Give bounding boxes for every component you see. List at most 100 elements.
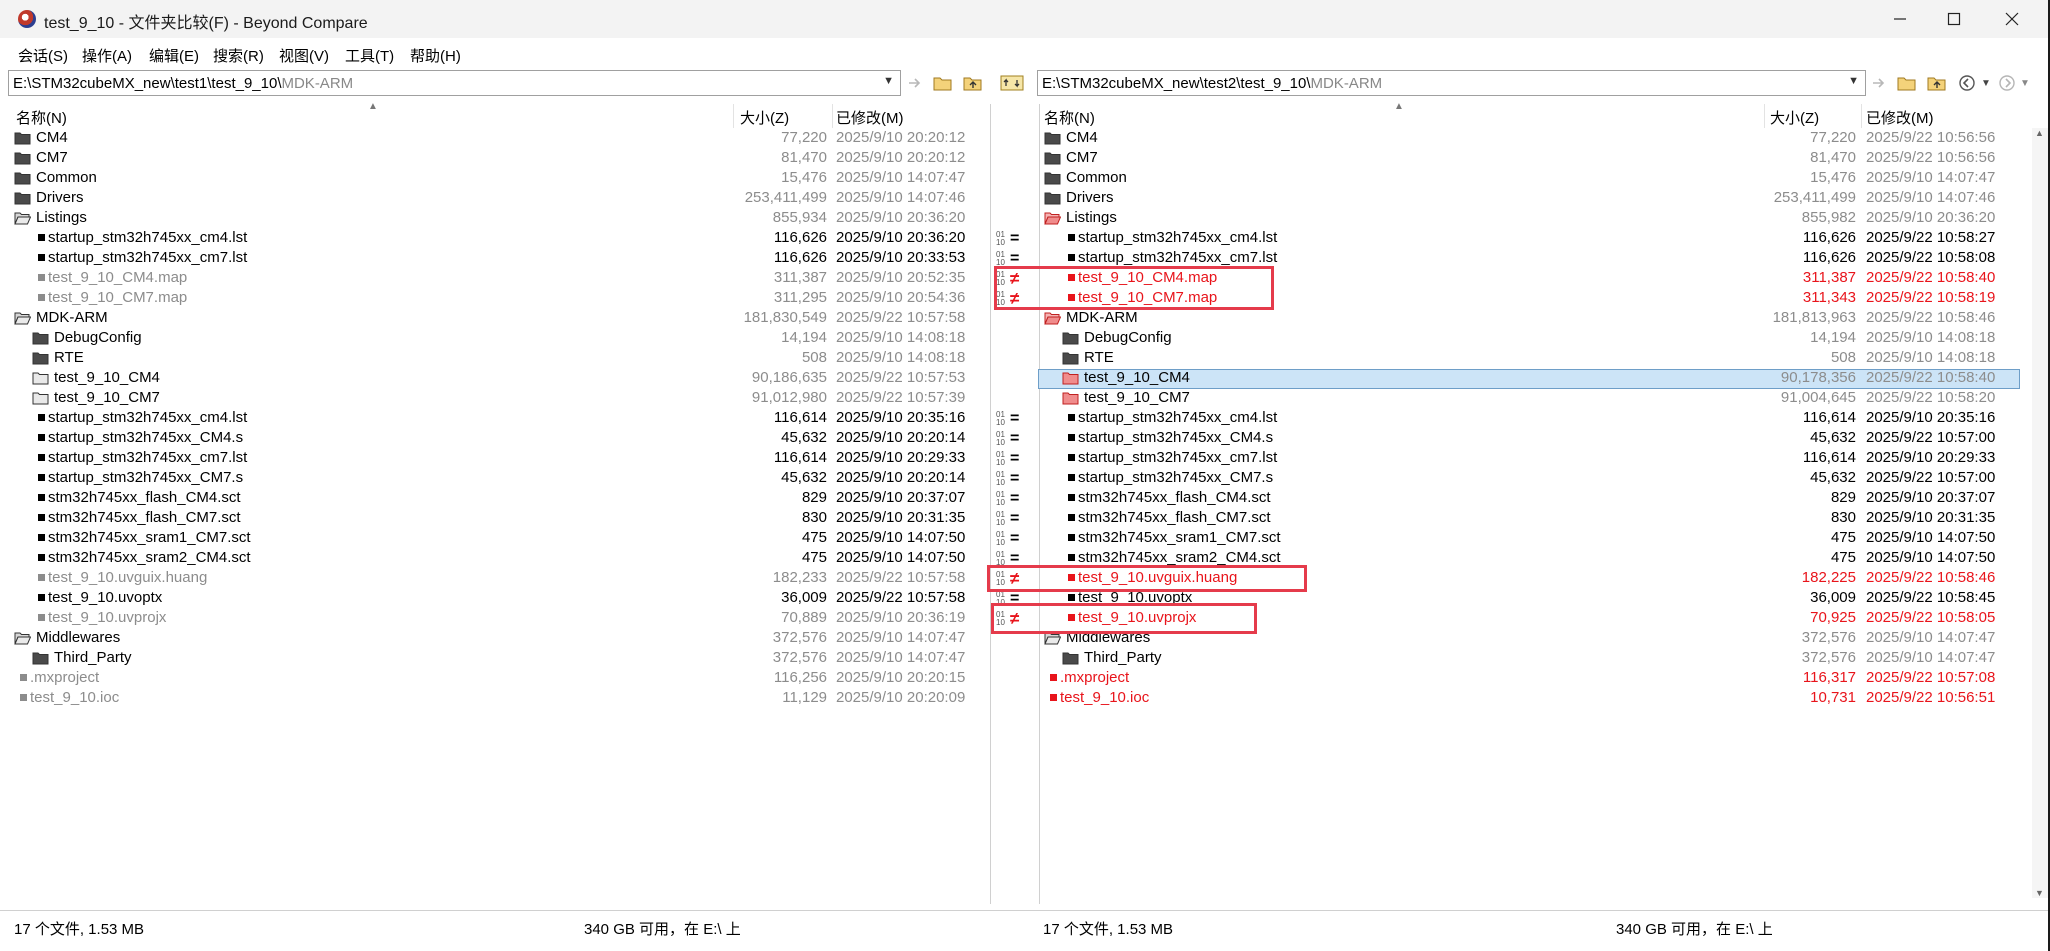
- left-name[interactable]: CM4: [36, 129, 68, 146]
- forward-icon[interactable]: [1996, 72, 2018, 94]
- menu-tools[interactable]: 工具(T): [345, 45, 394, 66]
- left-header-name[interactable]: 名称(N): [16, 107, 67, 128]
- left-header-size[interactable]: 大小(Z): [740, 107, 789, 128]
- left-name[interactable]: startup_stm32h745xx_cm7.lst: [48, 449, 247, 466]
- right-name[interactable]: Third_Party: [1084, 649, 1162, 666]
- table-row[interactable]: test_9_10.ioc 11,129 2025/9/10 20:20:09 tes…: [0, 688, 2048, 708]
- left-name[interactable]: Listings: [36, 209, 87, 226]
- table-row[interactable]: DebugConfig 14,194 2025/9/10 14:08:18 Debug…: [0, 328, 2048, 348]
- table-row[interactable]: test_9_10_CM7 91,012,980 2025/9/22 10:57:3…: [0, 388, 2048, 408]
- right-name[interactable]: Common: [1066, 169, 1127, 186]
- right-name[interactable]: MDK-ARM: [1066, 309, 1138, 326]
- right-browse-folder-icon[interactable]: [1896, 72, 1918, 94]
- table-row[interactable]: stm32h745xx_flash_CM7.sct 830 2025/9/10 20…: [0, 508, 2048, 528]
- back-icon[interactable]: [1956, 72, 1978, 94]
- right-name[interactable]: startup_stm32h745xx_cm4.lst: [1078, 409, 1277, 426]
- right-name[interactable]: startup_stm32h745xx_CM4.s: [1078, 429, 1273, 446]
- right-name[interactable]: stm32h745xx_sram1_CM7.sct: [1078, 529, 1281, 546]
- left-name[interactable]: Middlewares: [36, 629, 120, 646]
- table-row[interactable]: startup_stm32h745xx_cm7.lst 116,626 2025/9…: [0, 248, 2048, 268]
- left-parent-folder-icon[interactable]: [962, 72, 984, 94]
- scroll-up-icon[interactable]: ▲: [2035, 128, 2044, 138]
- minimize-button[interactable]: [1870, 0, 1930, 38]
- right-header-modified[interactable]: 已修改(M): [1866, 107, 1934, 128]
- right-name[interactable]: stm32h745xx_flash_CM4.sct: [1078, 489, 1271, 506]
- right-name[interactable]: .mxproject: [1060, 669, 1129, 686]
- left-name[interactable]: stm32h745xx_flash_CM7.sct: [48, 509, 241, 526]
- left-name[interactable]: test_9_10_CM4.map: [48, 269, 187, 286]
- swap-sides-icon[interactable]: [999, 72, 1025, 94]
- right-header-size[interactable]: 大小(Z): [1770, 107, 1819, 128]
- left-header-modified[interactable]: 已修改(M): [836, 107, 904, 128]
- menu-edit[interactable]: 编辑(E): [149, 45, 199, 66]
- scroll-down-icon[interactable]: ▼: [2035, 888, 2044, 898]
- table-row[interactable]: stm32h745xx_sram1_CM7.sct 475 2025/9/10 14…: [0, 528, 2048, 548]
- right-name[interactable]: RTE: [1084, 349, 1114, 366]
- table-row[interactable]: startup_stm32h745xx_CM4.s 45,632 2025/9/10…: [0, 428, 2048, 448]
- right-path-dropdown-icon[interactable]: ▼: [1848, 75, 1859, 87]
- left-path-dropdown-icon[interactable]: ▼: [883, 75, 894, 87]
- right-name[interactable]: startup_stm32h745xx_cm4.lst: [1078, 229, 1277, 246]
- right-parent-folder-icon[interactable]: [1926, 72, 1948, 94]
- right-name[interactable]: stm32h745xx_flash_CM7.sct: [1078, 509, 1271, 526]
- right-name[interactable]: stm32h745xx_sram2_CM4.sct: [1078, 549, 1281, 566]
- menu-view[interactable]: 视图(V): [279, 45, 329, 66]
- left-name[interactable]: test_9_10_CM7.map: [48, 289, 187, 306]
- table-row[interactable]: startup_stm32h745xx_CM7.s 45,632 2025/9/10…: [0, 468, 2048, 488]
- table-row[interactable]: startup_stm32h745xx_cm4.lst 116,614 2025/9…: [0, 408, 2048, 428]
- left-name[interactable]: test_9_10_CM4: [54, 369, 160, 386]
- right-header-name[interactable]: 名称(N): [1044, 107, 1095, 128]
- menu-session[interactable]: 会话(S): [18, 45, 68, 66]
- forward-dropdown-icon[interactable]: ▼: [2018, 72, 2032, 94]
- left-name[interactable]: CM7: [36, 149, 68, 166]
- left-name[interactable]: startup_stm32h745xx_CM7.s: [48, 469, 243, 486]
- table-row[interactable]: stm32h745xx_flash_CM4.sct 829 2025/9/10 20…: [0, 488, 2048, 508]
- menu-help[interactable]: 帮助(H): [410, 45, 461, 66]
- left-name[interactable]: .mxproject: [30, 669, 99, 686]
- table-row[interactable]: Listings 855,934 2025/9/10 20:36:20 Listing…: [0, 208, 2048, 228]
- left-name[interactable]: Third_Party: [54, 649, 132, 666]
- maximize-button[interactable]: [1924, 0, 1984, 38]
- right-name[interactable]: DebugConfig: [1084, 329, 1172, 346]
- table-row[interactable]: test_9_10_CM4 90,186,635 2025/9/22 10:57:5…: [0, 368, 2048, 388]
- table-row[interactable]: .mxproject 116,256 2025/9/10 20:20:15 .mxpr…: [0, 668, 2048, 688]
- table-row[interactable]: Common 15,476 2025/9/10 14:07:47 Common 15,4…: [0, 168, 2048, 188]
- back-dropdown-icon[interactable]: ▼: [1979, 72, 1993, 94]
- left-browse-folder-icon[interactable]: [932, 72, 954, 94]
- right-name[interactable]: CM7: [1066, 149, 1098, 166]
- left-name[interactable]: test_9_10.uvguix.huang: [48, 569, 207, 586]
- table-row[interactable]: RTE 508 2025/9/10 14:08:18 RTE 508 2025/9/10 …: [0, 348, 2048, 368]
- right-name[interactable]: test_9_10_CM4: [1084, 369, 1190, 386]
- left-swap-disabled-icon[interactable]: [904, 72, 926, 94]
- table-row[interactable]: MDK-ARM 181,830,549 2025/9/22 10:57:58 MDK-…: [0, 308, 2048, 328]
- left-name[interactable]: Drivers: [36, 189, 84, 206]
- left-name[interactable]: MDK-ARM: [36, 309, 108, 326]
- left-name[interactable]: startup_stm32h745xx_CM4.s: [48, 429, 243, 446]
- left-name[interactable]: startup_stm32h745xx_cm4.lst: [48, 229, 247, 246]
- left-name[interactable]: Common: [36, 169, 97, 186]
- left-path-input[interactable]: E:\STM32cubeMX_new\test1\test_9_10\MDK-A…: [8, 70, 901, 96]
- right-name[interactable]: test_9_10.ioc: [1060, 689, 1149, 706]
- menu-actions[interactable]: 操作(A): [82, 45, 132, 66]
- table-row[interactable]: CM7 81,470 2025/9/10 20:20:12 CM7 81,470 2025…: [0, 148, 2048, 168]
- left-name[interactable]: RTE: [54, 349, 84, 366]
- left-name[interactable]: stm32h745xx_sram1_CM7.sct: [48, 529, 251, 546]
- left-name[interactable]: startup_stm32h745xx_cm7.lst: [48, 249, 247, 266]
- menu-search[interactable]: 搜索(R): [213, 45, 264, 66]
- left-name[interactable]: startup_stm32h745xx_cm4.lst: [48, 409, 247, 426]
- left-name[interactable]: test_9_10_CM7: [54, 389, 160, 406]
- right-name[interactable]: startup_stm32h745xx_CM7.s: [1078, 469, 1273, 486]
- right-name[interactable]: startup_stm32h745xx_cm7.lst: [1078, 249, 1277, 266]
- left-name[interactable]: stm32h745xx_sram2_CM4.sct: [48, 549, 251, 566]
- right-name[interactable]: startup_stm32h745xx_cm7.lst: [1078, 449, 1277, 466]
- right-name[interactable]: Listings: [1066, 209, 1117, 226]
- right-name[interactable]: test_9_10_CM7: [1084, 389, 1190, 406]
- right-path-input[interactable]: E:\STM32cubeMX_new\test2\test_9_10\MDK-A…: [1037, 70, 1866, 96]
- table-row[interactable]: startup_stm32h745xx_cm4.lst 116,626 2025/9…: [0, 228, 2048, 248]
- right-name[interactable]: CM4: [1066, 129, 1098, 146]
- table-row[interactable]: CM4 77,220 2025/9/10 20:20:12 CM4 77,220 2025…: [0, 128, 2048, 148]
- right-name[interactable]: Drivers: [1066, 189, 1114, 206]
- left-name[interactable]: test_9_10.ioc: [30, 689, 119, 706]
- left-name[interactable]: DebugConfig: [54, 329, 142, 346]
- left-name[interactable]: test_9_10.uvprojx: [48, 609, 166, 626]
